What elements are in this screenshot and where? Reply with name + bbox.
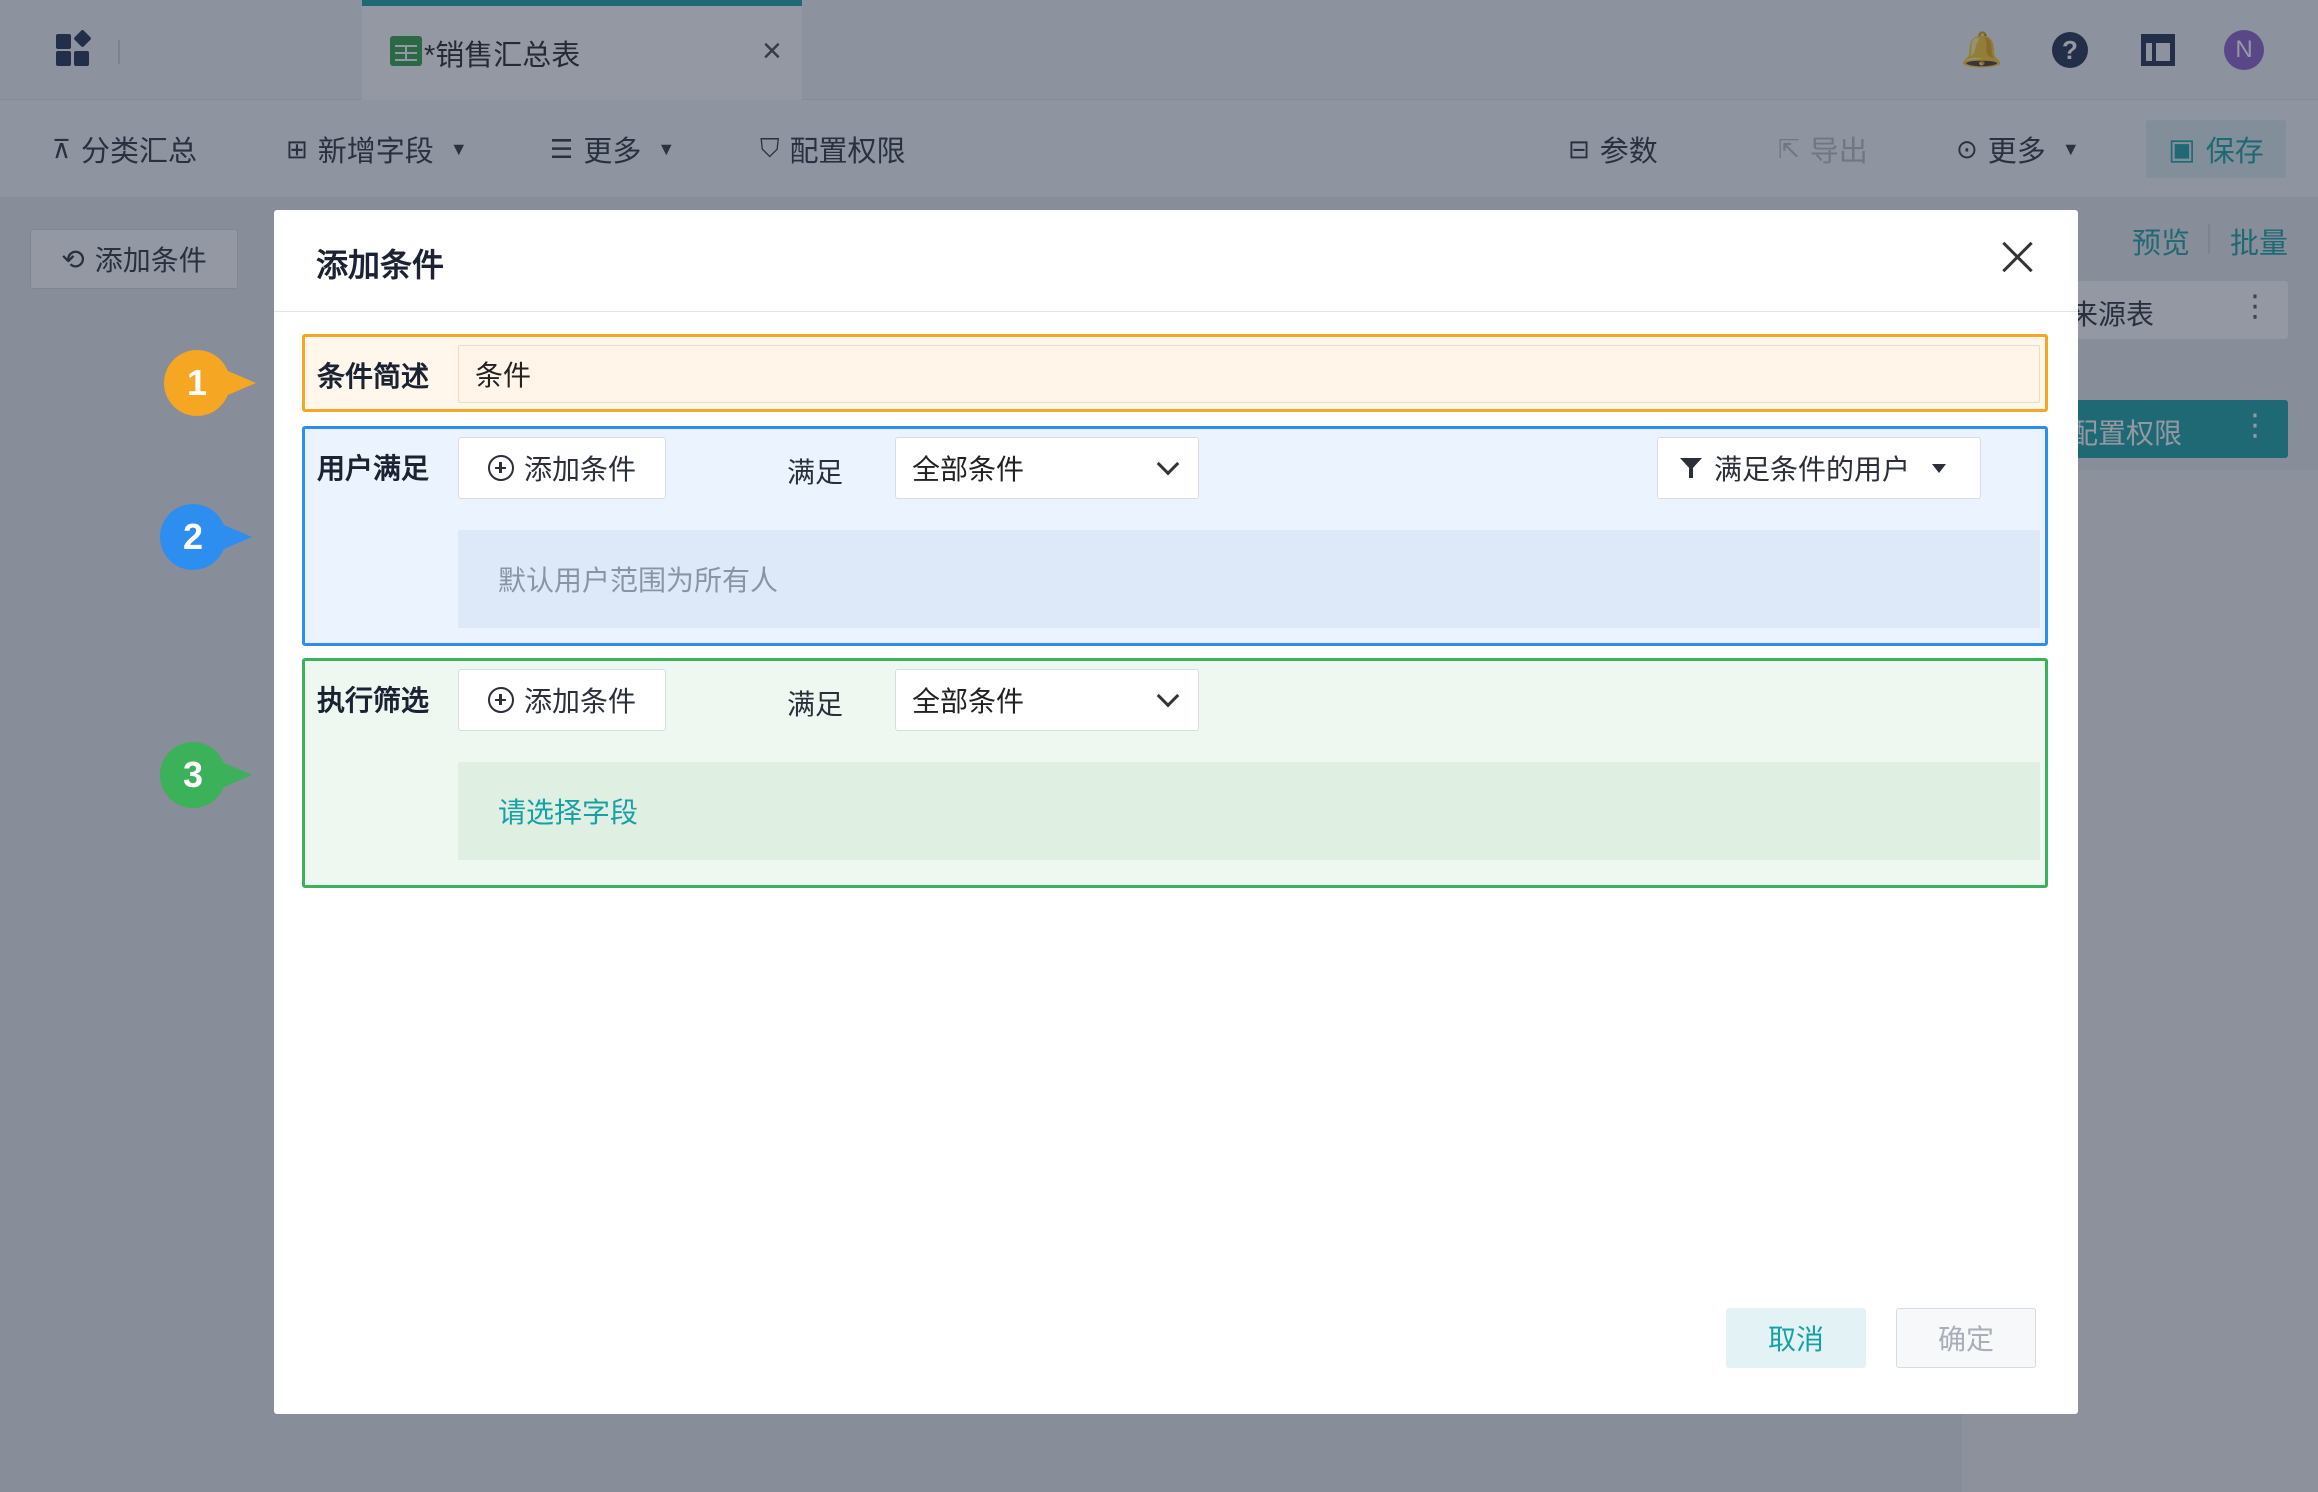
dialog-divider xyxy=(274,311,2078,312)
select-field-link[interactable]: 请选择字段 xyxy=(498,791,638,831)
user-match-select[interactable]: 全部条件 xyxy=(895,437,1199,499)
caret-down-icon xyxy=(1932,463,1947,473)
step-marker-2: 2 xyxy=(160,504,256,570)
add-condition-dialog: 添加条件 条件简述 用户满足 添加条件 满足 全部条件 满足条件的用户 默认用户… xyxy=(274,210,2078,1414)
plus-circle-icon xyxy=(487,687,514,713)
description-label: 条件简述 xyxy=(317,361,430,392)
filter-condition-list[interactable]: 请选择字段 xyxy=(458,762,2040,860)
cancel-button[interactable]: 取消 xyxy=(1726,1308,1866,1368)
plus-circle-icon xyxy=(487,455,514,481)
step-marker-3: 3 xyxy=(160,742,256,808)
condition-description-section: 条件简述 xyxy=(302,334,2048,412)
user-condition-list: 默认用户范围为所有人 xyxy=(458,530,2040,628)
user-meet-label: 满足 xyxy=(787,457,844,488)
user-add-condition-button[interactable]: 添加条件 xyxy=(458,437,666,499)
description-input[interactable] xyxy=(458,345,2040,403)
dialog-title: 添加条件 xyxy=(316,247,445,283)
confirm-button[interactable]: 确定 xyxy=(1896,1308,2036,1368)
filter-section-label: 执行筛选 xyxy=(317,685,430,716)
chevron-down-icon xyxy=(1156,452,1180,476)
user-condition-section: 用户满足 添加条件 满足 全部条件 满足条件的用户 默认用户范围为所有人 xyxy=(302,426,2048,646)
filter-match-select[interactable]: 全部条件 xyxy=(895,669,1199,731)
user-section-label: 用户满足 xyxy=(317,453,430,484)
filter-users-dropdown[interactable]: 满足条件的用户 xyxy=(1657,437,1981,499)
user-empty-text: 默认用户范围为所有人 xyxy=(498,565,779,596)
filter-condition-section: 执行筛选 添加条件 满足 全部条件 请选择字段 xyxy=(302,658,2048,888)
filter-icon xyxy=(1680,456,1704,480)
filter-add-condition-button[interactable]: 添加条件 xyxy=(458,669,666,731)
chevron-down-icon xyxy=(1156,684,1180,708)
close-icon[interactable] xyxy=(2000,240,2034,274)
step-marker-1: 1 xyxy=(164,350,260,416)
filter-meet-label: 满足 xyxy=(787,689,844,720)
